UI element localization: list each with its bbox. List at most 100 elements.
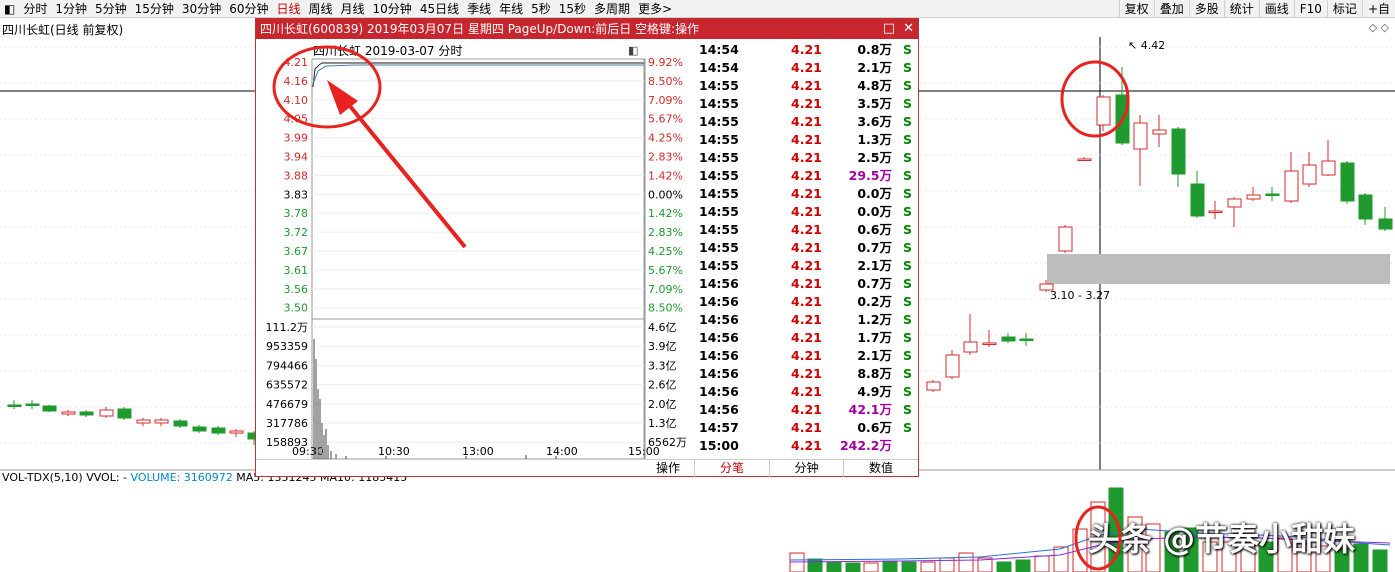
price-tick: 4.10 bbox=[284, 94, 309, 107]
intraday-chart[interactable]: 四川长虹 2019-03-07 分时 ◧ 4.21 9.92% 4.16 8.50% 4.1… bbox=[256, 39, 695, 459]
trade-row: 14:55 4.21 0.7万 S bbox=[695, 239, 918, 257]
trade-time: 14:56 bbox=[699, 276, 739, 291]
trade-row: 14:55 4.21 0.0万 S bbox=[695, 203, 918, 221]
trade-row: 14:56 4.21 2.1万 S bbox=[695, 347, 918, 365]
trade-price: 4.21 bbox=[791, 222, 822, 237]
close-icon[interactable]: ✕ bbox=[903, 21, 914, 36]
tool-button[interactable]: 标记 bbox=[1326, 0, 1362, 18]
trade-row: 14:56 4.21 0.2万 S bbox=[695, 293, 918, 311]
trade-flag: S bbox=[902, 78, 912, 93]
volume-bar bbox=[1015, 559, 1031, 572]
candle-body bbox=[42, 405, 57, 412]
tab-minutes[interactable]: 分钟 bbox=[770, 460, 844, 477]
amount-tick: 2.6亿 bbox=[648, 379, 677, 392]
diamond-right-icon[interactable]: ◇ bbox=[1381, 21, 1389, 34]
period-tab[interactable]: 周线 bbox=[305, 0, 337, 18]
intraday-subtitle: 四川长虹 2019-03-07 分时 bbox=[313, 44, 462, 58]
trade-flag: S bbox=[902, 186, 912, 201]
trade-row: 14:55 4.21 0.6万 S bbox=[695, 221, 918, 239]
watermark: 头条 @节奏小甜妹 bbox=[1088, 520, 1356, 558]
operate-button[interactable]: 操作 bbox=[642, 460, 695, 477]
candle-body bbox=[1058, 226, 1073, 252]
trade-vol: 0.2万 bbox=[857, 294, 892, 309]
trade-row: 14:55 4.21 29.5万 S bbox=[695, 167, 918, 185]
tab-values[interactable]: 数值 bbox=[844, 460, 918, 477]
candle-body bbox=[1019, 338, 1034, 341]
period-tab[interactable]: 更多> bbox=[634, 0, 676, 18]
pct-tick: 7.09% bbox=[648, 94, 683, 107]
trade-flag: S bbox=[902, 132, 912, 147]
tool-button[interactable]: 统计 bbox=[1223, 0, 1259, 18]
price-tick: 3.72 bbox=[284, 226, 309, 239]
period-tab[interactable]: 10分钟 bbox=[369, 0, 416, 18]
tool-button[interactable]: 复权 bbox=[1118, 0, 1154, 18]
maximize-icon[interactable]: □ bbox=[883, 21, 895, 36]
period-tab[interactable]: 5分钟 bbox=[91, 0, 131, 18]
candle-body bbox=[1321, 160, 1336, 176]
vol-tick: 794466 bbox=[266, 359, 308, 372]
trade-time: 14:55 bbox=[699, 240, 739, 255]
chart-title: 四川长虹(日线 前复权) bbox=[2, 23, 124, 37]
trade-price: 4.21 bbox=[791, 294, 822, 309]
pct-tick: 2.83% bbox=[648, 226, 683, 239]
period-tab[interactable]: 15秒 bbox=[555, 0, 590, 18]
candle-body bbox=[1133, 122, 1148, 150]
pct-tick: 7.09% bbox=[648, 283, 683, 296]
candle-body bbox=[1077, 158, 1092, 161]
period-tab[interactable]: 60分钟 bbox=[225, 0, 272, 18]
trade-flag: S bbox=[902, 204, 912, 219]
popup-footer: 操作 分笔 分钟 数值 bbox=[256, 459, 918, 477]
trade-flag: S bbox=[902, 312, 912, 327]
candle-body bbox=[1190, 183, 1205, 217]
trade-price: 4.21 bbox=[791, 186, 822, 201]
tool-button[interactable]: 画线 bbox=[1258, 0, 1294, 18]
nav-arrows[interactable]: ◇ ◇ bbox=[1369, 21, 1389, 34]
volume-bar bbox=[958, 552, 974, 572]
volume-bar bbox=[789, 552, 805, 572]
period-tab[interactable]: 年线 bbox=[495, 0, 527, 18]
tab-ticks[interactable]: 分笔 bbox=[695, 460, 770, 477]
panel-icon: ◧ bbox=[628, 44, 638, 57]
period-tab[interactable]: 5秒 bbox=[527, 0, 555, 18]
period-toolbar: ◧ 分时 1分钟 5分钟 15分钟 30分钟 60分钟 日线 周线 月线 10分钟 45日线 季线 年线… bbox=[0, 0, 1395, 18]
period-tab[interactable]: 30分钟 bbox=[178, 0, 225, 18]
tool-button[interactable]: 叠加 bbox=[1153, 0, 1189, 18]
period-tab[interactable]: 15分钟 bbox=[131, 0, 178, 18]
popup-title: 四川长虹(600839) 2019年03月07日 星期四 PageUp/Down… bbox=[256, 19, 918, 39]
period-tab[interactable]: 多周期 bbox=[590, 0, 634, 18]
trade-row: 15:00 4.21 242.2万 bbox=[695, 437, 918, 455]
amount-tick: 3.3亿 bbox=[648, 359, 677, 372]
volume-bar bbox=[882, 560, 898, 572]
trade-time: 14:55 bbox=[699, 204, 739, 219]
diamond-left-icon[interactable]: ◇ bbox=[1369, 21, 1377, 34]
range-band bbox=[1047, 254, 1390, 284]
period-tab[interactable]: 季线 bbox=[463, 0, 495, 18]
panel-toggle-icon[interactable]: ◧ bbox=[0, 0, 19, 18]
trade-price: 4.21 bbox=[791, 114, 822, 129]
period-tab[interactable]: 月线 bbox=[337, 0, 369, 18]
trade-price: 4.21 bbox=[791, 168, 822, 183]
volume-bar bbox=[1372, 549, 1388, 572]
candle-body bbox=[136, 419, 151, 424]
time-tick: 09:30 bbox=[292, 445, 324, 458]
trade-price: 4.21 bbox=[791, 150, 822, 165]
trade-vol: 0.6万 bbox=[857, 420, 892, 435]
trade-vol: 2.1万 bbox=[857, 258, 892, 273]
trade-vol: 242.2万 bbox=[839, 438, 892, 453]
candle-body bbox=[1227, 198, 1242, 208]
tool-button[interactable]: 多股 bbox=[1188, 0, 1224, 18]
period-tab[interactable]: 日线 bbox=[272, 0, 304, 18]
pct-tick: 1.42% bbox=[648, 169, 683, 182]
tool-button[interactable]: F10 bbox=[1293, 0, 1327, 18]
trade-time: 14:55 bbox=[699, 222, 739, 237]
trade-time: 14:56 bbox=[699, 366, 739, 381]
period-tab[interactable]: 1分钟 bbox=[51, 0, 91, 18]
period-tab[interactable]: 45日线 bbox=[416, 0, 463, 18]
period-tab[interactable]: 分时 bbox=[19, 0, 51, 18]
trade-vol: 4.8万 bbox=[857, 78, 892, 93]
tool-button[interactable]: +自 bbox=[1361, 0, 1395, 18]
trade-price: 4.21 bbox=[791, 204, 822, 219]
trade-price: 4.21 bbox=[791, 420, 822, 435]
trade-price: 4.21 bbox=[791, 132, 822, 147]
trade-time: 15:00 bbox=[699, 438, 739, 453]
